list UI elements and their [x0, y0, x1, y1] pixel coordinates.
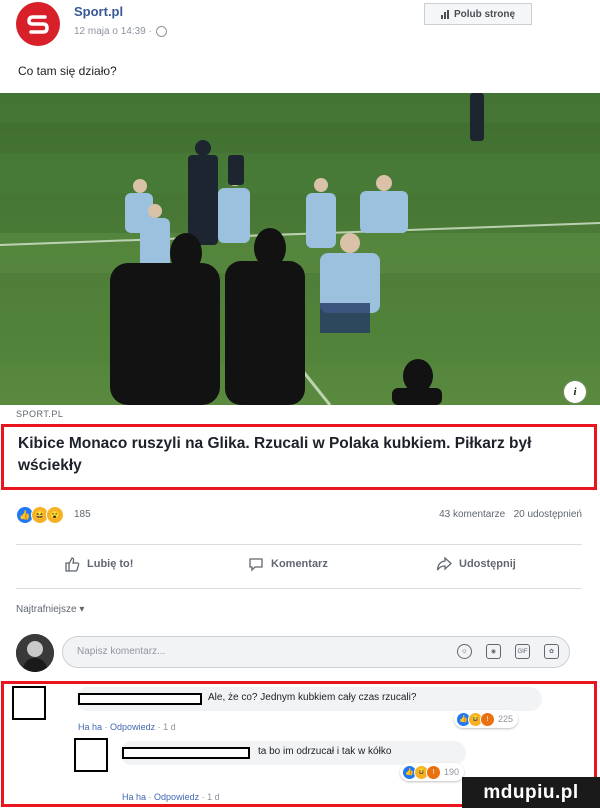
share-button[interactable]: Udostępnij [436, 556, 516, 572]
info-icon[interactable]: i [564, 381, 586, 403]
angry-reaction-icon: ! [426, 764, 441, 780]
comment-reactions[interactable]: 👍 😆 ! 225 [454, 710, 519, 728]
thumbs-up-icon [65, 557, 80, 572]
reply-link[interactable]: Odpowiedz [110, 722, 155, 732]
haha-link[interactable]: Ha ha [122, 792, 146, 802]
comment-meta: Ha ha · Odpowiedz · 1 d [78, 722, 176, 732]
like-page-button[interactable]: Polub stronę [424, 3, 532, 25]
link-headline[interactable]: Kibice Monaco ruszyli na Glika. Rzucali … [18, 433, 578, 477]
globe-icon [155, 26, 167, 37]
comment-count[interactable]: 43 komentarze [439, 509, 505, 520]
actions-row: Lubię to! Komentarz Udostępnij [16, 556, 582, 580]
share-label: Udostępnij [459, 558, 516, 570]
angry-reaction-icon: ! [480, 711, 495, 727]
comment-label: Komentarz [271, 558, 328, 570]
page-avatar[interactable] [16, 2, 60, 46]
comment-age[interactable]: 1 d [207, 792, 220, 802]
camera-icon[interactable]: ◉ [486, 644, 501, 659]
like-label: Lubię to! [87, 558, 134, 570]
sport-logo-icon [27, 15, 49, 34]
share-icon [436, 556, 452, 571]
wow-reaction-icon: 😮 [46, 506, 64, 524]
reply-avatar-redacted[interactable] [74, 738, 108, 772]
comment-age[interactable]: 1 d [163, 722, 176, 732]
post-meta: 12 maja o 14:39 · [74, 26, 167, 37]
comment-reaction-count: 225 [498, 714, 514, 724]
redacted-author-name[interactable] [122, 747, 250, 759]
reactions-row: 👍 😆 😮 185 43 komentarze 20 udostępnień [16, 506, 582, 526]
comment-button[interactable]: Komentarz [248, 556, 328, 572]
share-count[interactable]: 20 udostępnień [514, 509, 582, 520]
emoji-icon[interactable]: ☺ [457, 644, 472, 659]
comment-text: ta bo im odrzucał i tak w kółko [258, 746, 392, 757]
comment-meta: Ha ha · Odpowiedz · 1 d [122, 792, 220, 802]
post-header: Sport.pl 12 maja o 14:39 · Polub stronę … [0, 0, 600, 95]
gif-icon[interactable]: GIF [515, 644, 530, 659]
like-page-label: Polub stronę [453, 8, 516, 20]
link-domain: SPORT.PL [16, 409, 64, 419]
comment-placeholder: Napisz komentarz... [77, 646, 166, 657]
post-timestamp[interactable]: 12 maja o 14:39 · [74, 26, 152, 37]
comment-icon [249, 558, 263, 572]
post-stats: 43 komentarze 20 udostępnień [439, 509, 582, 520]
reaction-icons[interactable]: 👍 😆 😮 [16, 506, 64, 524]
like-bars-icon [440, 9, 449, 19]
page-name[interactable]: Sport.pl [74, 4, 123, 19]
comment-reactions[interactable]: 👍 😆 ! 190 [400, 763, 465, 781]
football-photo [0, 93, 600, 405]
reply-link[interactable]: Odpowiedz [154, 792, 199, 802]
comment-input[interactable]: Napisz komentarz... ☺ ◉ GIF ✿ [62, 636, 570, 668]
link-preview-image[interactable]: i [0, 93, 600, 405]
input-icons: ☺ ◉ GIF ✿ [457, 644, 559, 659]
divider [16, 544, 582, 545]
user-photo [16, 634, 54, 672]
post-text: Co tam się działo? [18, 64, 117, 78]
comment-reaction-count: 190 [444, 767, 460, 777]
headline-highlight: Kibice Monaco ruszyli na Glika. Rzucali … [1, 424, 597, 490]
divider [16, 588, 582, 589]
reaction-count[interactable]: 185 [74, 509, 91, 520]
comment-sort-dropdown[interactable]: Najtrafniejsze ▾ [16, 604, 84, 615]
redacted-author-name[interactable] [78, 693, 202, 705]
like-button[interactable]: Lubię to! [64, 556, 133, 572]
watermark-logo: mdupiu.pl [462, 777, 600, 808]
user-avatar[interactable] [16, 634, 54, 672]
comment-text: Ale, że co? Jednym kubkiem cały czas rzu… [208, 692, 417, 703]
haha-link[interactable]: Ha ha [78, 722, 102, 732]
comment-avatar-redacted[interactable] [12, 686, 46, 720]
sticker-icon[interactable]: ✿ [544, 644, 559, 659]
